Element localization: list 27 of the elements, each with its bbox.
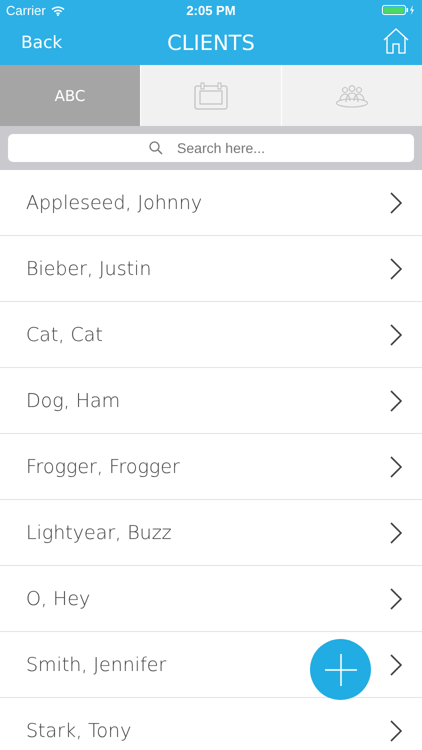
client-row[interactable]: Lightyear, Buzz xyxy=(0,500,422,566)
client-row[interactable]: Frogger, Frogger xyxy=(0,434,422,500)
home-icon[interactable] xyxy=(382,27,410,55)
chevron-icon xyxy=(390,390,402,412)
search-icon xyxy=(149,141,163,155)
clock: 2:05 PM xyxy=(186,3,236,18)
client-row[interactable]: Cat, Cat xyxy=(0,302,422,368)
carrier-label: Carrier xyxy=(6,3,46,18)
calendar-icon xyxy=(194,82,228,110)
chevron-icon xyxy=(390,720,402,742)
wifi-icon xyxy=(50,6,65,16)
client-row[interactable]: Dog, Ham xyxy=(0,368,422,434)
chevron-icon xyxy=(390,258,402,280)
client-row[interactable]: Appleseed, Johnny xyxy=(0,170,422,236)
search-field[interactable]: Search here... xyxy=(8,134,414,162)
page-title: CLIENTS xyxy=(167,31,255,55)
chevron-icon xyxy=(390,192,402,214)
chevron-icon xyxy=(390,324,402,346)
chevron-icon xyxy=(390,522,402,544)
plus-icon xyxy=(324,654,356,686)
people-icon xyxy=(335,84,369,108)
chevron-icon xyxy=(390,654,402,676)
client-row[interactable]: O, Hey xyxy=(0,566,422,632)
battery-icon xyxy=(382,4,416,14)
chevron-icon xyxy=(390,588,402,610)
client-row[interactable]: Bieber, Justin xyxy=(0,236,422,302)
chevron-icon xyxy=(390,456,402,478)
